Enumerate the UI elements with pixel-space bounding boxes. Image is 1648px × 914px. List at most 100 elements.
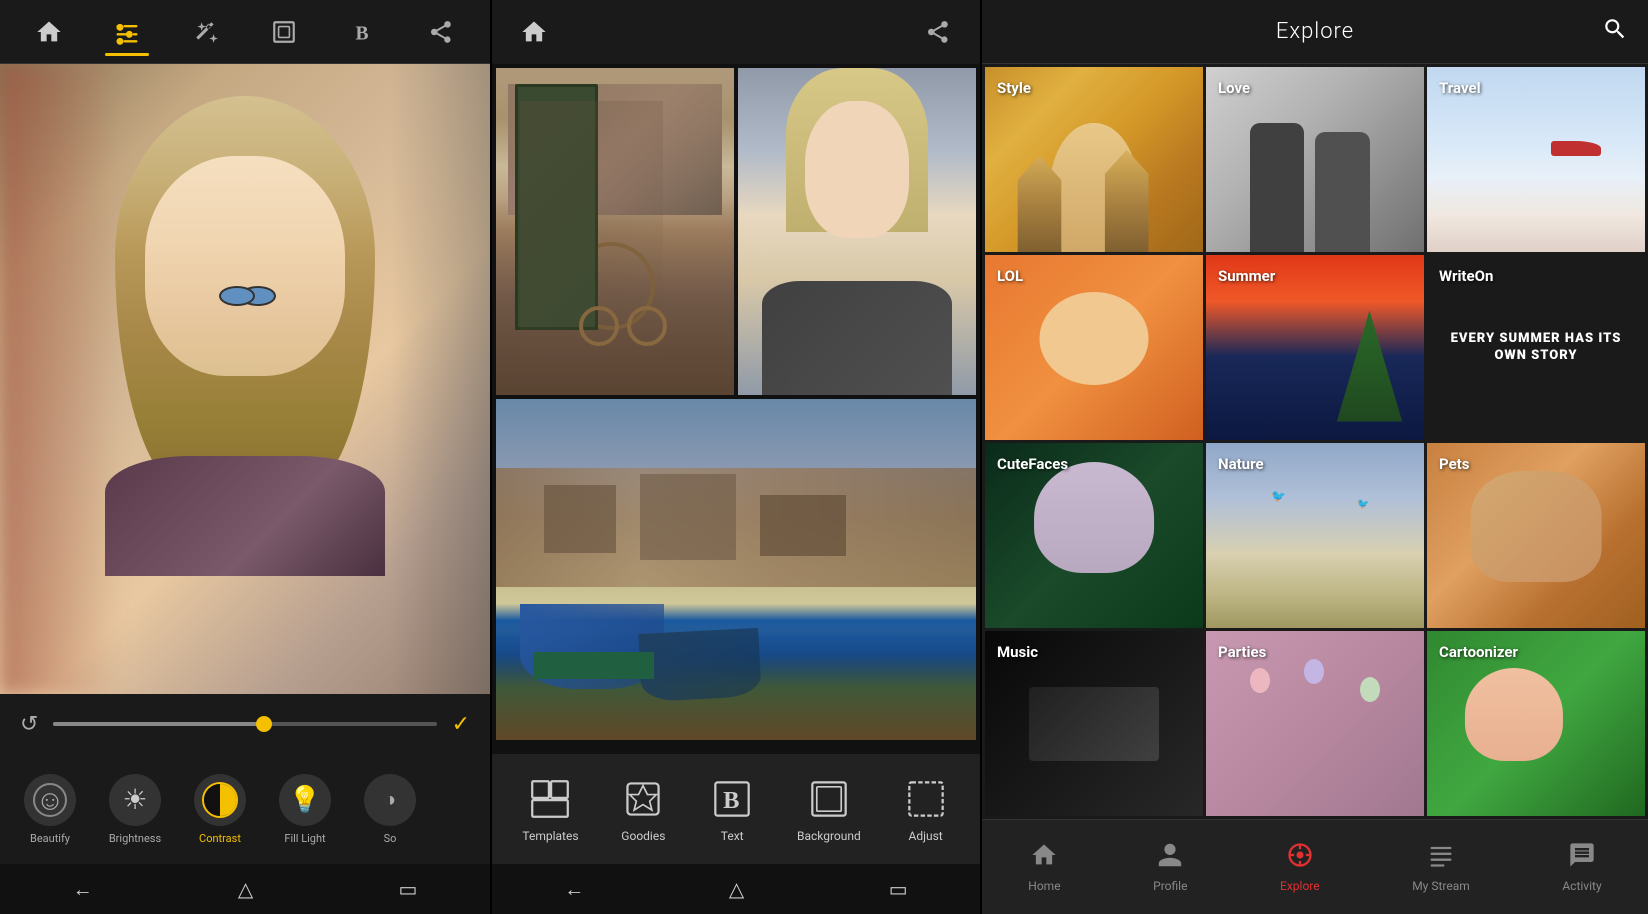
panel2-nav-bar: ← △ ▭	[492, 864, 980, 914]
explore-cell-travel[interactable]: Travel	[1427, 67, 1645, 252]
recents-button[interactable]: ▭	[398, 877, 417, 901]
text-icon: B	[708, 775, 756, 823]
nav-activity[interactable]: Activity	[1547, 833, 1616, 901]
smiley-icon	[33, 783, 67, 817]
collage-cell-boats[interactable]	[496, 399, 976, 740]
background-tool[interactable]: Background	[785, 767, 873, 851]
explore-cell-cutefaces[interactable]: CuteFaces	[985, 443, 1203, 628]
activity-nav-icon	[1568, 841, 1596, 875]
svg-text:B: B	[356, 23, 369, 44]
explore-cell-love[interactable]: Love	[1206, 67, 1424, 252]
photo-background	[0, 64, 490, 694]
text-tool[interactable]: B Text	[696, 767, 768, 851]
tool-contrast[interactable]: Contrast	[180, 766, 260, 853]
profile-nav-icon	[1156, 841, 1184, 875]
back-button[interactable]: ←	[73, 877, 93, 902]
fill-light-icon-circle: 💡	[279, 774, 331, 826]
home-nav-button[interactable]: △	[238, 877, 253, 901]
adjust-tool[interactable]: Adjust	[890, 767, 962, 851]
collage-cell-bicycle[interactable]	[496, 68, 734, 395]
svg-text:B: B	[723, 787, 739, 814]
collage-share-button[interactable]	[916, 10, 960, 54]
portrait2-photo	[738, 68, 976, 395]
share-button[interactable]	[419, 10, 463, 54]
collage-toolbar	[492, 0, 980, 64]
collage-cell-portrait[interactable]	[738, 68, 976, 395]
explore-cell-nature[interactable]: 🐦 🐦 Nature	[1206, 443, 1424, 628]
confirm-button[interactable]: ✓	[452, 712, 470, 737]
brightness-slider-area: ↺ ✓	[0, 694, 490, 754]
explore-cell-pets[interactable]: Pets	[1427, 443, 1645, 628]
text-label: Text	[721, 829, 744, 843]
so-icon-circle: ◑	[364, 774, 416, 826]
explore-cell-writeon[interactable]: EVERY SUMMER HAS ITS OWN STORY WriteOn	[1427, 255, 1645, 440]
goodies-icon	[619, 775, 667, 823]
eye-right	[219, 286, 255, 306]
so-icon: ◑	[384, 787, 396, 812]
cartoonizer-label: Cartoonizer	[1439, 643, 1518, 661]
music-label: Music	[997, 643, 1038, 661]
contrast-right	[220, 784, 236, 816]
photo-edit-canvas	[0, 64, 490, 694]
home-nav-label: Home	[1028, 879, 1060, 893]
frame-button[interactable]	[262, 10, 306, 54]
cutefaces-label: CuteFaces	[997, 455, 1068, 473]
bold-b-button[interactable]: B	[340, 10, 384, 54]
slider-fill	[53, 722, 264, 726]
goodies-tool[interactable]: Goodies	[607, 767, 679, 851]
parties-label: Parties	[1218, 643, 1266, 661]
tool-brightness[interactable]: ☀ Brightness	[95, 766, 175, 853]
templates-icon	[526, 775, 574, 823]
panel-explore: Explore Style Love Travel	[980, 0, 1648, 914]
beautify-label: Beautify	[30, 832, 70, 845]
explore-bottom-nav: Home Profile Explore My Stream Activity	[982, 819, 1648, 914]
tools-bar: Beautify ☀ Brightness Contrast 💡	[0, 754, 490, 864]
contrast-icon	[202, 782, 238, 818]
tool-beautify[interactable]: Beautify	[10, 766, 90, 853]
fill-light-label: Fill Light	[284, 832, 325, 845]
beautify-icon	[24, 774, 76, 826]
collage-home-button[interactable]	[512, 10, 556, 54]
explore-cell-cartoonizer[interactable]: Cartoonizer	[1427, 631, 1645, 816]
edit-sliders-button[interactable]	[105, 10, 149, 54]
templates-label: Templates	[522, 829, 578, 843]
contrast-slider-track[interactable]	[53, 722, 436, 726]
tool-fill-light[interactable]: 💡 Fill Light	[265, 766, 345, 853]
explore-title: Explore	[1276, 19, 1354, 44]
nav-profile[interactable]: Profile	[1138, 833, 1202, 901]
contrast-icon-circle	[194, 774, 246, 826]
contrast-left	[204, 784, 220, 816]
so-label: So	[384, 832, 397, 845]
nav-mystream[interactable]: My Stream	[1397, 833, 1485, 901]
nav-home[interactable]: Home	[1013, 833, 1075, 901]
boats-photo	[496, 399, 976, 740]
explore-cell-parties[interactable]: Parties	[1206, 631, 1424, 816]
scarf	[105, 456, 385, 576]
explore-cell-style[interactable]: Style	[985, 67, 1203, 252]
explore-grid: Style Love Travel LOL Summer	[982, 64, 1648, 819]
slider-thumb[interactable]	[256, 716, 272, 732]
p2-back-button[interactable]: ←	[564, 877, 584, 902]
bg-blur-left	[0, 64, 120, 694]
tool-so[interactable]: ◑ So	[350, 766, 430, 853]
p2-recents-button[interactable]: ▭	[889, 877, 908, 901]
explore-cell-music[interactable]: Music	[985, 631, 1203, 816]
contrast-label: Contrast	[199, 832, 241, 845]
templates-tool[interactable]: Templates	[510, 767, 590, 851]
search-button[interactable]	[1602, 16, 1628, 48]
magic-wand-button[interactable]	[184, 10, 228, 54]
writeon-subtext: EVERY SUMMER HAS ITS OWN STORY	[1437, 331, 1635, 365]
goodies-label: Goodies	[621, 829, 665, 843]
explore-cell-lol[interactable]: LOL	[985, 255, 1203, 440]
brightness-icon-circle: ☀	[109, 774, 161, 826]
nav-explore[interactable]: Explore	[1265, 833, 1335, 901]
undo-button[interactable]: ↺	[20, 712, 38, 737]
explore-cell-summer[interactable]: Summer	[1206, 255, 1424, 440]
collage-tools-bar: Templates Goodies B Text	[492, 754, 980, 864]
home-nav-icon	[1030, 841, 1058, 875]
home-button[interactable]	[27, 10, 71, 54]
p2-home-button[interactable]: △	[729, 877, 744, 901]
activity-nav-label: Activity	[1562, 879, 1601, 893]
face	[145, 156, 345, 376]
bicycle-photo	[496, 68, 734, 395]
